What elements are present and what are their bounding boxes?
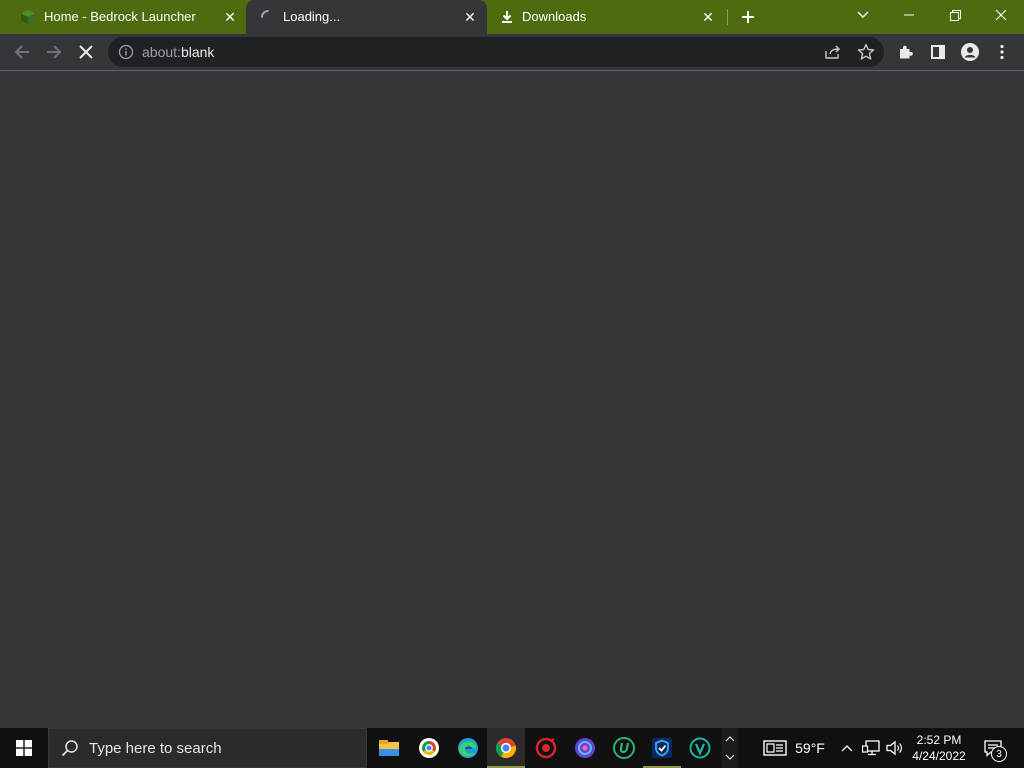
edge-icon bbox=[458, 738, 478, 758]
three-dots-vertical-icon bbox=[1000, 44, 1004, 60]
download-icon bbox=[500, 10, 514, 24]
minimize-button[interactable] bbox=[886, 0, 932, 30]
share-icon[interactable] bbox=[824, 44, 842, 60]
blue-shield-app-icon bbox=[652, 738, 672, 758]
minimize-icon bbox=[904, 14, 914, 16]
url-scheme: about: bbox=[142, 44, 181, 60]
taskbar-app-file-explorer[interactable] bbox=[370, 728, 408, 768]
taskbar-scroll[interactable] bbox=[722, 728, 738, 768]
taskbar-app-green-u[interactable] bbox=[605, 728, 643, 768]
taskbar-app-edge[interactable] bbox=[449, 728, 487, 768]
chrome-icon bbox=[495, 738, 517, 759]
clock-time: 2:52 PM bbox=[916, 733, 962, 747]
speaker-icon bbox=[886, 740, 902, 756]
forward-button[interactable] bbox=[40, 38, 68, 66]
plus-icon bbox=[742, 11, 754, 23]
green-u-app-icon bbox=[613, 737, 635, 759]
forward-arrow-icon bbox=[47, 45, 62, 59]
address-bar[interactable]: about:blank bbox=[108, 37, 884, 67]
tab-strip: Home - Bedrock Launcher ✕ Loading... ✕ D… bbox=[0, 0, 1024, 34]
stop-x-icon bbox=[79, 45, 93, 59]
browser-toolbar: about:blank bbox=[0, 34, 1024, 70]
chevron-up-down-icon bbox=[725, 736, 735, 760]
show-hidden-icons-button[interactable] bbox=[838, 728, 856, 768]
loading-spinner-icon bbox=[260, 9, 276, 25]
taskbar-app-red[interactable] bbox=[527, 728, 565, 768]
notification-count-badge: 3 bbox=[991, 746, 1007, 762]
system-clock[interactable]: 2:52 PM 4/24/2022 bbox=[906, 732, 972, 764]
close-icon bbox=[995, 9, 1007, 21]
side-panel-icon bbox=[931, 45, 945, 59]
chevron-up-icon bbox=[841, 745, 853, 752]
notification-count: 3 bbox=[996, 748, 1002, 760]
bookmark-star-icon[interactable] bbox=[857, 43, 875, 61]
puzzle-piece-icon bbox=[900, 45, 913, 59]
extensions-button[interactable] bbox=[892, 38, 920, 66]
weather-widget-icon-area[interactable] bbox=[760, 728, 790, 768]
purple-app-icon bbox=[575, 738, 595, 758]
tab-label: Home - Bedrock Launcher bbox=[44, 9, 196, 24]
close-tab-icon[interactable]: ✕ bbox=[700, 9, 716, 25]
back-button[interactable] bbox=[8, 38, 36, 66]
taskbar-app-teal-v[interactable] bbox=[681, 728, 719, 768]
taskbar-app-purple[interactable] bbox=[566, 728, 604, 768]
chevron-down-icon bbox=[857, 11, 869, 18]
tab-label: Loading... bbox=[283, 9, 341, 24]
profile-button[interactable] bbox=[956, 38, 984, 66]
side-panel-button[interactable] bbox=[924, 38, 952, 66]
close-tab-icon[interactable]: ✕ bbox=[462, 9, 478, 25]
red-app-icon bbox=[535, 737, 557, 759]
info-icon[interactable] bbox=[118, 44, 134, 60]
restore-button[interactable] bbox=[932, 0, 978, 30]
brave-browser-icon bbox=[419, 738, 439, 758]
minecraft-grass-block-icon bbox=[20, 9, 36, 25]
tab-separator bbox=[727, 9, 728, 25]
search-icon bbox=[61, 740, 78, 757]
weather-temperature[interactable]: 59°F bbox=[792, 728, 828, 768]
windows-taskbar: Type here to search 59°F 2:52 PM 4/24/20… bbox=[0, 728, 1024, 768]
search-placeholder: Type here to search bbox=[89, 740, 222, 757]
page-content-blank bbox=[0, 71, 1024, 728]
stop-loading-button[interactable] bbox=[72, 38, 100, 66]
teal-v-app-icon bbox=[689, 737, 711, 759]
windows-logo-icon bbox=[16, 740, 32, 756]
file-explorer-icon bbox=[379, 740, 399, 756]
url-host: blank bbox=[180, 44, 215, 60]
avatar-icon bbox=[961, 43, 979, 61]
menu-button[interactable] bbox=[988, 38, 1016, 66]
tab-search-button[interactable] bbox=[840, 0, 886, 30]
tab-loading[interactable]: Loading... ✕ bbox=[246, 0, 487, 34]
start-button[interactable] bbox=[0, 728, 48, 768]
new-tab-button[interactable] bbox=[737, 6, 759, 28]
url-text: about:blank bbox=[142, 44, 214, 60]
taskbar-search-box[interactable]: Type here to search bbox=[48, 728, 367, 768]
taskbar-app-brave[interactable] bbox=[410, 728, 448, 768]
tab-home-bedrock-launcher[interactable]: Home - Bedrock Launcher ✕ bbox=[0, 0, 246, 34]
close-tab-icon[interactable]: ✕ bbox=[222, 9, 238, 25]
restore-icon bbox=[949, 9, 961, 21]
taskbar-app-blue-shield[interactable] bbox=[643, 728, 681, 768]
taskbar-app-chrome[interactable] bbox=[487, 728, 525, 768]
network-button[interactable] bbox=[860, 728, 882, 768]
tab-label: Downloads bbox=[522, 9, 587, 24]
back-arrow-icon bbox=[14, 45, 29, 59]
screen: Home - Bedrock Launcher ✕ Loading... ✕ D… bbox=[0, 0, 1024, 768]
clock-date: 4/24/2022 bbox=[912, 749, 966, 763]
tab-downloads[interactable]: Downloads ✕ bbox=[487, 0, 727, 34]
news-weather-icon bbox=[763, 740, 787, 756]
network-ethernet-icon bbox=[862, 740, 880, 756]
volume-button[interactable] bbox=[884, 728, 906, 768]
close-window-button[interactable] bbox=[978, 0, 1024, 30]
